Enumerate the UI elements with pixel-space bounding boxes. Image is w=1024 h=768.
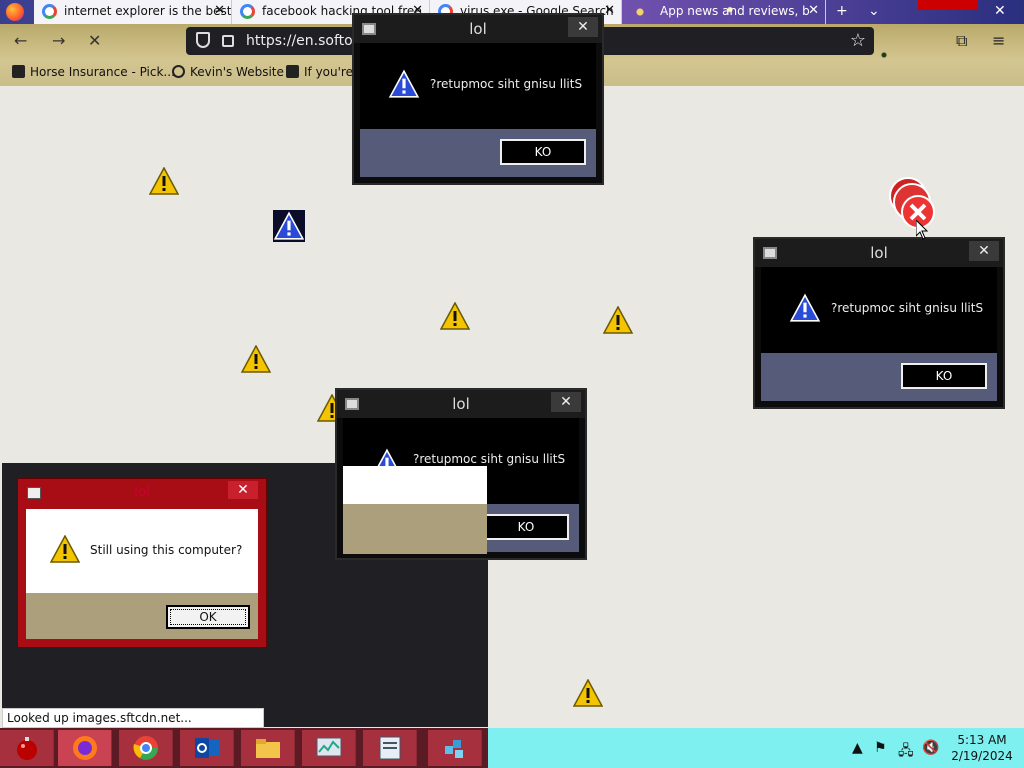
window-icon <box>763 247 777 259</box>
warning-icon[interactable] <box>439 301 471 330</box>
lol-dialog-1: lol ✕ ?retupmoc siht gnisu llitS KO <box>352 13 604 185</box>
firefox-icon <box>73 736 97 760</box>
mouse-cursor-icon <box>915 218 929 240</box>
warning-icon <box>789 293 821 323</box>
dialog-footer: KO <box>360 129 596 177</box>
menu-hamburger-icon[interactable]: ≡ <box>992 31 1005 50</box>
dialog-close-button[interactable]: ✕ <box>568 17 598 37</box>
tab-list-button[interactable]: ⌄ <box>868 0 880 22</box>
site-icon <box>12 65 25 78</box>
taskbar-file-explorer[interactable] <box>241 730 295 766</box>
notepad-icon <box>379 736 401 760</box>
firefox-menu-icon[interactable] <box>6 3 24 21</box>
network-icon[interactable]: 🖧 <box>898 740 914 764</box>
folder-icon <box>256 739 280 758</box>
warning-icon[interactable] <box>148 166 180 195</box>
dialog-close-button[interactable]: ✕ <box>551 392 581 412</box>
dialog-title: lol <box>755 239 1003 267</box>
registry-editor-icon <box>445 740 463 758</box>
dialog-message: ?retupmoc siht gnisu llitS <box>413 452 566 466</box>
window-icon <box>362 23 376 35</box>
taskbar-firefox[interactable] <box>58 730 112 766</box>
tab-close-icon[interactable]: ✕ <box>808 0 819 22</box>
dialog-title: lol <box>337 390 585 418</box>
taskbar-ornament[interactable] <box>0 730 54 766</box>
warning-icon <box>388 69 420 99</box>
warning-icon[interactable] <box>572 678 604 707</box>
clock[interactable]: 5:13 AM 2/19/2024 <box>950 732 1014 764</box>
dialog-close-button[interactable]: ✕ <box>228 481 258 499</box>
warning-icon[interactable] <box>602 305 634 334</box>
dialog-footer: OK <box>26 593 258 639</box>
dialog-close-button[interactable]: ✕ <box>969 241 999 261</box>
clock-time: 5:13 AM <box>957 733 1007 747</box>
bookmark-star-icon[interactable]: ☆ <box>850 30 866 51</box>
stop-loading-button[interactable]: ✕ <box>88 31 101 50</box>
google-icon <box>42 4 57 19</box>
lock-icon[interactable] <box>222 35 234 47</box>
tab-close-icon[interactable]: ✕ <box>604 0 615 22</box>
dialog-title: lol <box>354 15 602 43</box>
dialog-message: Still using this computer? <box>90 543 243 557</box>
back-button[interactable]: ← <box>14 31 27 50</box>
flag-icon[interactable]: ⚑ <box>874 740 887 756</box>
show-hidden-icons[interactable]: ▲ <box>852 740 863 756</box>
bookmark-horse-insurance[interactable]: Horse Insurance - Pick... <box>12 65 175 79</box>
info-warning-icon[interactable] <box>273 210 305 242</box>
window-remnant <box>343 466 487 554</box>
ornament-icon <box>17 737 37 760</box>
warning-icon <box>49 534 81 563</box>
dialog-footer: KO <box>761 353 997 401</box>
taskbar-task-manager[interactable] <box>302 730 356 766</box>
taskbar-outlook[interactable] <box>180 730 234 766</box>
dialog-message: ?retupmoc siht gnisu llitS <box>430 77 583 91</box>
forward-button[interactable]: → <box>52 31 65 50</box>
warning-icon[interactable] <box>240 344 272 373</box>
globe-icon <box>172 65 185 78</box>
dialog-body: ?retupmoc siht gnisu llitS <box>761 267 997 353</box>
ko-button[interactable]: KO <box>500 139 586 165</box>
outlook-icon <box>195 738 219 758</box>
dialog-body: Still using this computer? <box>26 509 258 593</box>
volume-muted-icon[interactable]: 🔇 <box>922 740 939 756</box>
clock-date: 2/19/2024 <box>951 749 1013 763</box>
url-text[interactable]: https://en.softoni <box>246 33 365 49</box>
ok-button[interactable]: OK <box>166 605 250 629</box>
status-text: Looked up images.sftcdn.net... <box>2 708 264 728</box>
taskbar-registry-editor[interactable] <box>428 730 482 766</box>
taskbar-chrome[interactable] <box>119 730 173 766</box>
window-control-bar <box>918 0 978 10</box>
tab-internet-explorer[interactable]: internet explorer is the best ✕ <box>34 0 232 24</box>
dialog-body: ?retupmoc siht gnisu llitS <box>360 43 596 129</box>
task-manager-icon <box>316 737 342 757</box>
bookmark-kevins-website[interactable]: Kevin's Website <box>172 65 284 79</box>
tab-close-icon[interactable]: ✕ <box>214 0 225 22</box>
taskbar: ▲ ⚑ 🖧 🔇 5:13 AM 2/19/2024 <box>0 728 1024 768</box>
site-icon <box>286 65 299 78</box>
new-tab-button[interactable]: + <box>836 0 848 22</box>
still-using-dialog: lol ✕ Still using this computer? OK <box>17 478 267 648</box>
shield-icon[interactable] <box>196 32 210 48</box>
bookmark-if-youre[interactable]: If you're <box>286 65 353 79</box>
extensions-icon[interactable]: ⧉ <box>956 31 967 51</box>
dialog-message: ?retupmoc siht gnisu llitS <box>831 301 984 315</box>
window-icon <box>345 398 359 410</box>
tab-app-news[interactable]: App news and reviews, b ✕ <box>630 0 826 24</box>
window-close-icon[interactable]: ✕ <box>994 0 1006 22</box>
chrome-icon <box>133 736 158 760</box>
error-icon-cluster[interactable] <box>884 176 940 232</box>
taskbar-notepad[interactable] <box>363 730 417 766</box>
google-icon <box>240 4 255 19</box>
ko-button[interactable]: KO <box>901 363 987 389</box>
ko-button[interactable]: KO <box>483 514 569 540</box>
lol-dialog-2: lol ✕ ?retupmoc siht gnisu llitS KO <box>753 237 1005 409</box>
